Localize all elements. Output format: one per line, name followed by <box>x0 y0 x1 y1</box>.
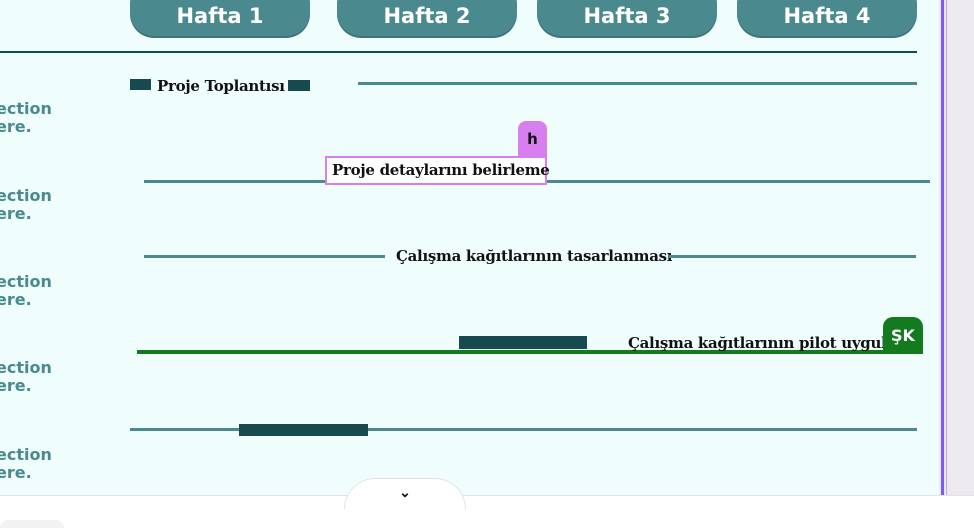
timeline-line[interactable] <box>358 82 917 85</box>
timeline-bar[interactable] <box>459 336 587 349</box>
page-edge-indicator <box>946 0 947 495</box>
week-label: Hafta 3 <box>583 4 671 28</box>
label-line: ere. <box>0 376 32 395</box>
task-label-calisma-tasarlanmasi[interactable]: Çalışma kağıtlarının tasarlanması <box>396 247 672 265</box>
expand-pages-toggle[interactable]: ⌄ <box>344 478 466 509</box>
section-label-4[interactable]: ection ere. <box>0 359 56 395</box>
week-label: Hafta 4 <box>783 4 871 28</box>
week-label: Hafta 2 <box>383 4 471 28</box>
label-line: ection <box>0 445 52 464</box>
week-label: Hafta 1 <box>176 4 264 28</box>
collaborator-badge-h[interactable]: h <box>518 121 547 157</box>
label-line: ection <box>0 186 52 205</box>
header-divider <box>0 51 917 53</box>
label-line: ere. <box>0 463 32 482</box>
bottom-toolbar <box>0 495 974 529</box>
task-label-calisma-pilot[interactable]: Çalışma kağıtlarının pilot uygula <box>628 334 896 352</box>
section-label-5[interactable]: ection ere. <box>0 446 56 482</box>
collaborator-badge-sk[interactable]: ŞK <box>883 317 923 354</box>
task-label-proje-toplantisi[interactable]: Proje Toplantısı <box>157 77 285 95</box>
task-label-proje-detaylari[interactable]: Proje detaylarını belirleme <box>332 161 550 179</box>
bottom-left-tab[interactable] <box>0 520 64 528</box>
label-line: ection <box>0 358 52 377</box>
chevron-down-icon: ⌄ <box>399 484 411 500</box>
collaborator-initial: ŞK <box>891 326 915 345</box>
week-header-1[interactable]: Hafta 1 <box>130 0 310 36</box>
design-canvas[interactable]: Hafta 1 Hafta 2 Hafta 3 Hafta 4 ection er… <box>0 0 939 495</box>
label-line: ection <box>0 272 52 291</box>
label-line: ere. <box>0 204 32 223</box>
timeline-line[interactable] <box>669 255 916 258</box>
timeline-bar[interactable] <box>239 424 368 436</box>
collaborator-initial: h <box>527 130 538 148</box>
section-label-3[interactable]: ection ere. <box>0 273 56 309</box>
timeline-bar[interactable] <box>130 79 151 90</box>
label-line: ere. <box>0 117 32 136</box>
section-label-1[interactable]: ection ere. <box>0 100 56 136</box>
timeline-bar[interactable] <box>288 80 310 91</box>
week-header-4[interactable]: Hafta 4 <box>737 0 917 36</box>
right-scroll-gutter <box>939 0 974 495</box>
week-header-3[interactable]: Hafta 3 <box>537 0 717 36</box>
label-line: ection <box>0 99 52 118</box>
timeline-line[interactable] <box>144 255 385 258</box>
label-line: ere. <box>0 290 32 309</box>
page-edge-indicator <box>941 0 944 495</box>
week-header-2[interactable]: Hafta 2 <box>337 0 517 36</box>
section-label-2[interactable]: ection ere. <box>0 187 56 223</box>
